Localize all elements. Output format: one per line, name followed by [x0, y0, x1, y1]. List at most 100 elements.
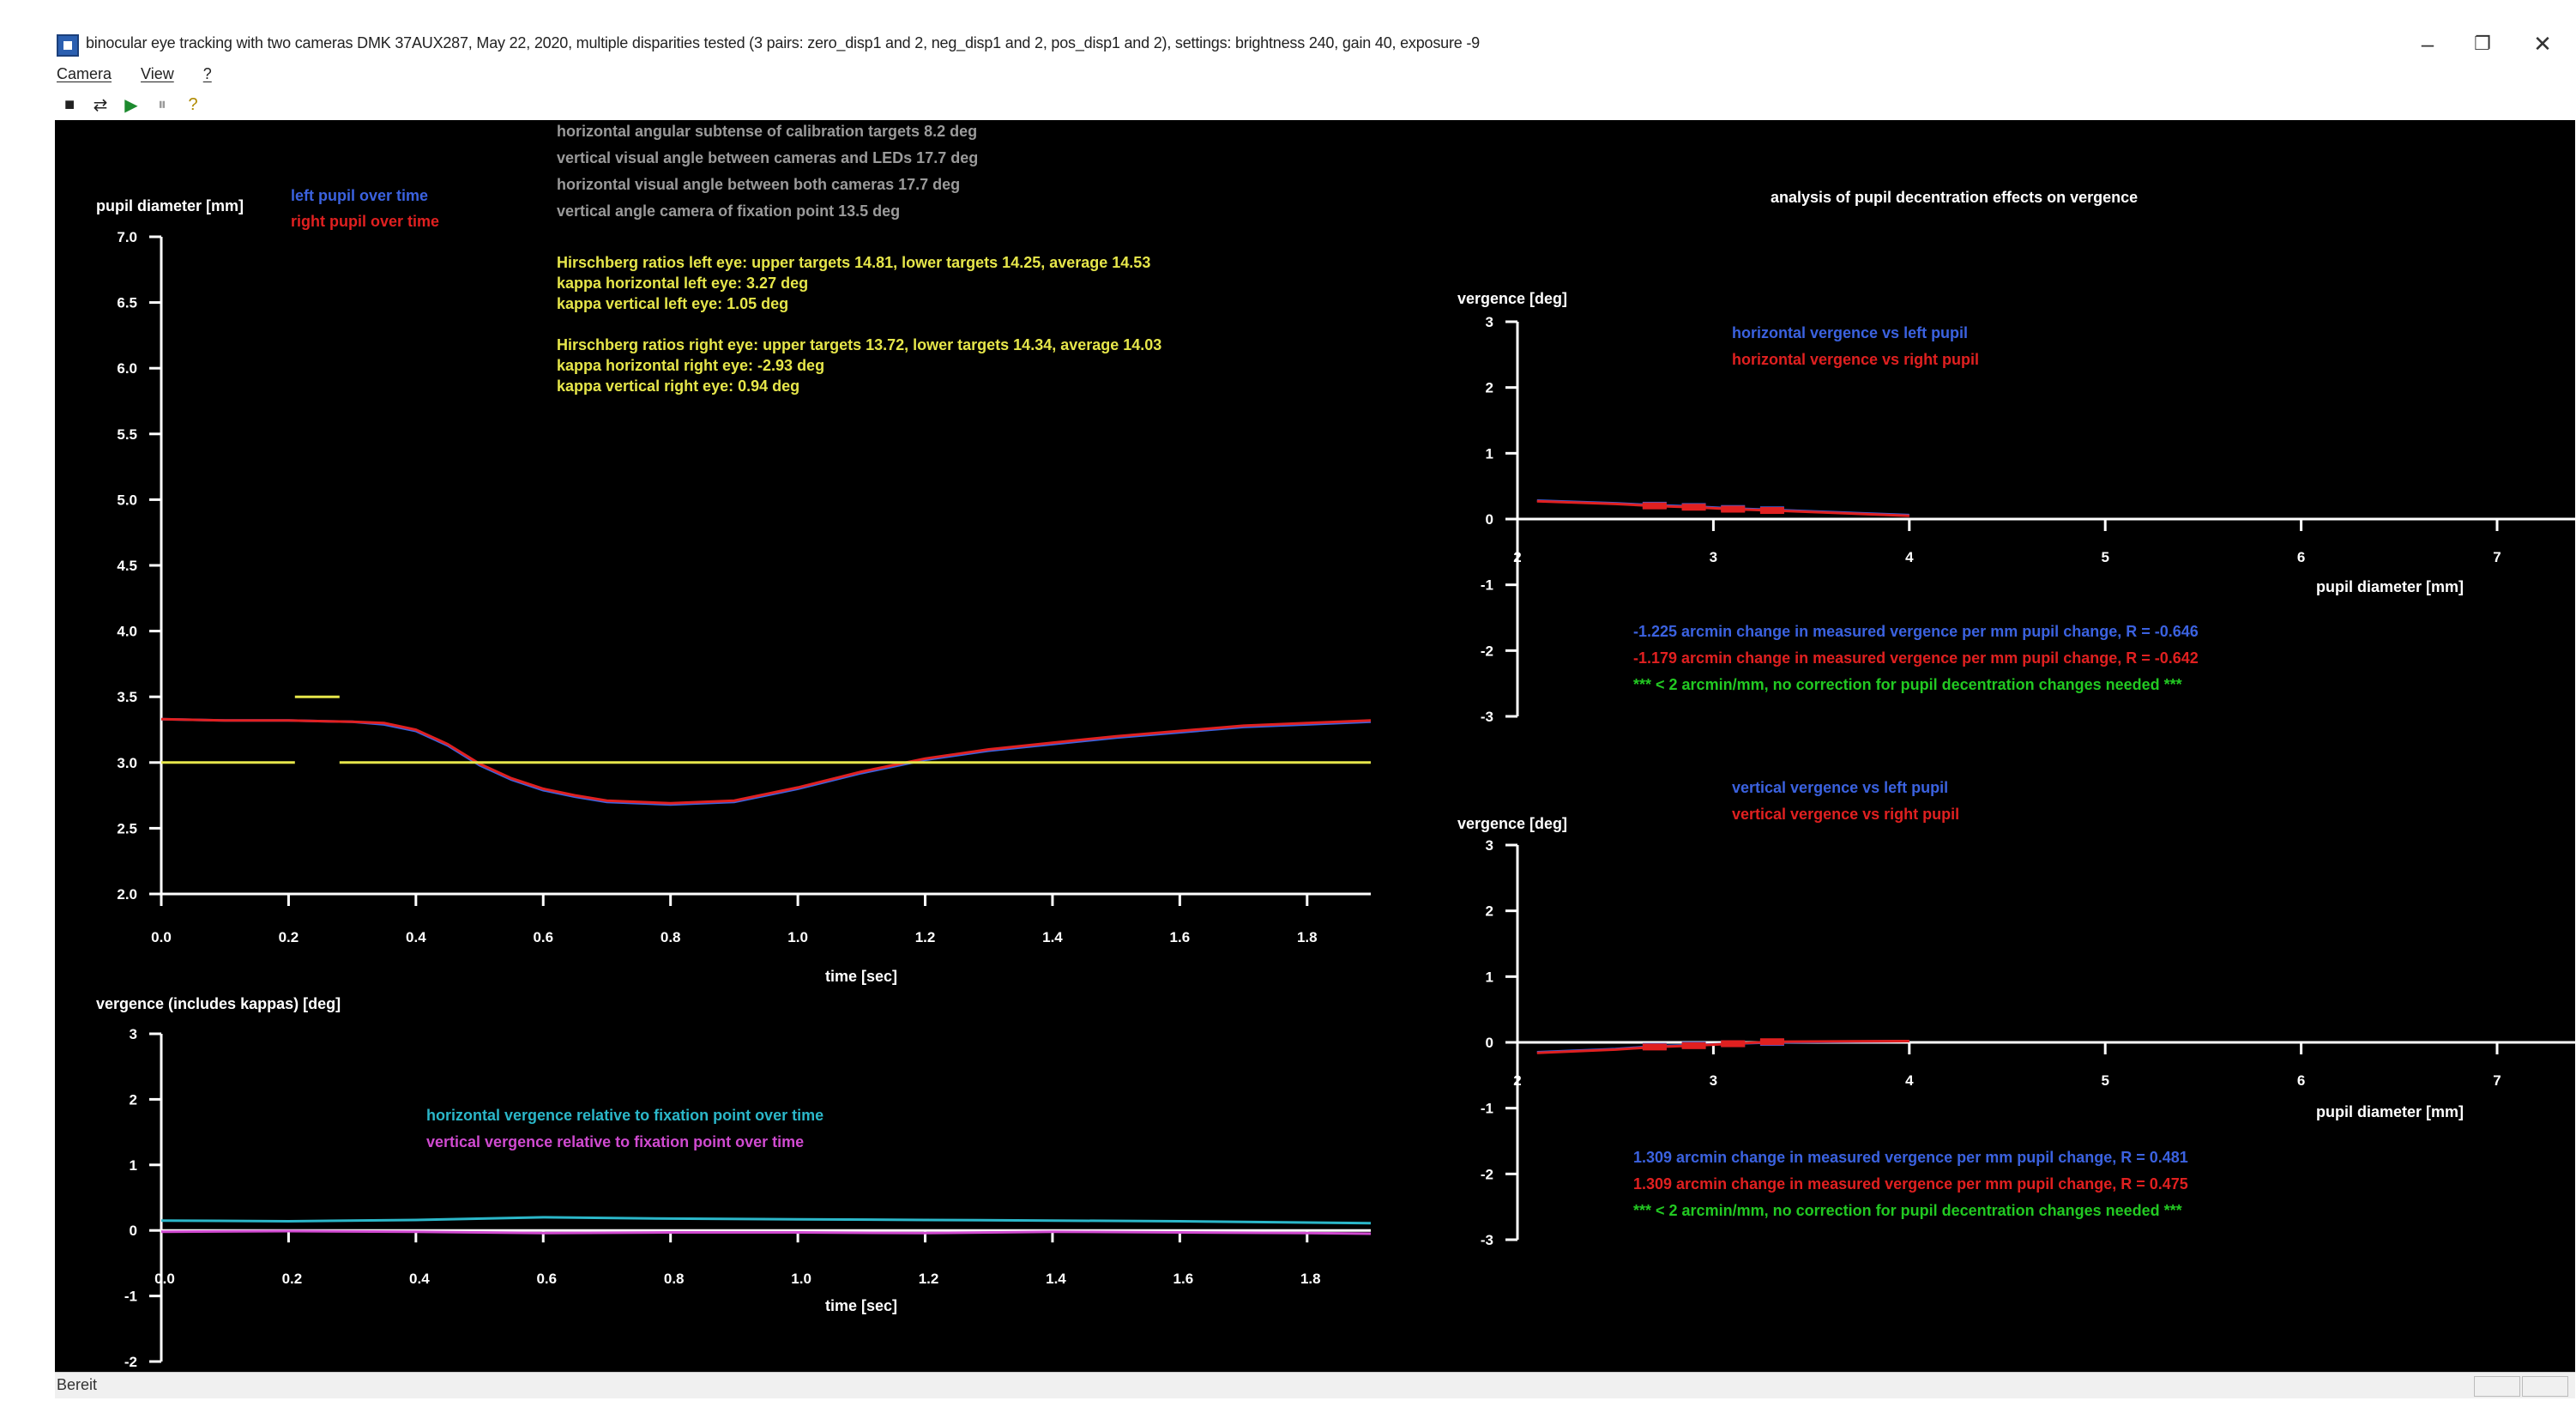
x-tick-label: 0.4 [409, 1271, 430, 1287]
panel-title: analysis of pupil decentration effects o… [1771, 189, 2138, 206]
stats-top-text: -1.179 arcmin change in measured vergenc… [1633, 649, 2199, 667]
x-tick-label: 5 [2101, 1072, 2108, 1089]
status-pane [2474, 1376, 2520, 1397]
y-tick-label: -1 [1481, 1101, 1493, 1117]
stats-top-text: -1.225 arcmin change in measured vergenc… [1633, 623, 2199, 640]
restore-button[interactable]: ❐ [2457, 24, 2508, 63]
info-right-eye-text: kappa horizontal right eye: -2.93 deg [557, 357, 824, 374]
minimize-button[interactable]: – [2402, 24, 2453, 63]
scatter-point [1642, 502, 1667, 510]
x-tick-label: 1.6 [1170, 929, 1191, 945]
x-tick-label: 4 [1905, 549, 1914, 565]
x-tick-label: 0.2 [279, 929, 299, 945]
y-tick-label: 4.0 [117, 624, 137, 640]
camera-icon[interactable]: ■ [57, 92, 82, 118]
x-axis-label: time [sec] [825, 968, 897, 985]
legend-entry: horizontal vergence relative to fixation… [426, 1107, 823, 1124]
x-tick-label: 1.8 [1300, 1271, 1321, 1287]
y-tick-label: 6.0 [117, 360, 137, 377]
x-tick-label: 1.0 [791, 1271, 811, 1287]
y-tick-label: 2 [1486, 380, 1493, 396]
scatter-point [1642, 1043, 1667, 1051]
x-tick-label: 6 [2297, 1072, 2305, 1089]
y-tick-label: 2 [130, 1091, 137, 1108]
y-tick-label: 3 [1486, 837, 1493, 854]
scatter-point [1759, 1038, 1784, 1046]
y-tick-label: 5.5 [117, 426, 137, 443]
y-tick-label: 2.0 [117, 886, 137, 903]
x-tick-label: 5 [2101, 549, 2108, 565]
y-tick-label: 3 [1486, 314, 1493, 330]
legend-entry: horizontal vergence vs left pupil [1732, 324, 1968, 341]
swap-icon[interactable]: ⇄ [87, 92, 113, 118]
y-tick-label: 4.5 [117, 558, 137, 574]
y-tick-label: 6.5 [117, 295, 137, 311]
status-bar: Bereit [55, 1372, 2575, 1398]
y-axis-label: pupil diameter [mm] [96, 197, 244, 214]
plot-canvas: horizontal angular subtense of calibrati… [96, 123, 2575, 1370]
info-calibration-text: horizontal visual angle between both cam… [557, 176, 960, 193]
y-tick-label: 3.0 [117, 755, 137, 771]
stats-bottom-text: 1.309 arcmin change in measured vergence… [1633, 1149, 2188, 1166]
y-tick-label: 7.0 [117, 229, 137, 245]
info-calibration-text: horizontal angular subtense of calibrati… [557, 123, 977, 140]
y-tick-label: -2 [1481, 1166, 1493, 1182]
legend-entry: left pupil over time [291, 187, 428, 204]
legend-entry: horizontal vergence vs right pupil [1732, 351, 1979, 368]
x-tick-label: 0.6 [533, 929, 553, 945]
info-left-eye-text: kappa horizontal left eye: 3.27 deg [557, 275, 808, 292]
y-tick-label: 1 [1486, 969, 1493, 985]
pause-icon[interactable]: ⏸ [149, 92, 175, 118]
chart-vergence-time: -2 -1 0 1 2 3 0.0 0.2 0.4 0.6 0.8 1.0 1.2 1.4 1.6 1.8 ve… [96, 995, 1372, 1370]
y-tick-label: 0 [1486, 1035, 1493, 1051]
y-axis-label: vergence [deg] [1457, 290, 1567, 307]
info-right-eye-text: kappa vertical right eye: 0.94 deg [557, 377, 799, 395]
y-tick-label: 0 [1486, 511, 1493, 528]
info-left-eye-text: kappa vertical left eye: 1.05 deg [557, 295, 788, 312]
y-tick-label: -1 [124, 1289, 137, 1305]
y-axis-label: vergence [deg] [1457, 815, 1567, 832]
y-tick-label: 2 [1486, 903, 1493, 920]
toolbar: ■ ⇄ ▶ ⏸? [57, 89, 206, 120]
scatter-point [1681, 504, 1706, 511]
x-tick-label: 2 [1513, 549, 1521, 565]
y-tick-label: 0 [130, 1223, 137, 1239]
x-tick-label: 0.4 [406, 929, 426, 945]
x-tick-label: 0.0 [151, 929, 172, 945]
window-title: binocular eye tracking with two cameras … [86, 34, 1480, 51]
menu-help[interactable]: ? [203, 65, 212, 88]
scatter-point [1681, 1042, 1706, 1049]
menu-view[interactable]: View [141, 65, 174, 88]
y-tick-label: 3.5 [117, 689, 137, 705]
scatter-point [1721, 505, 1746, 513]
close-button[interactable]: ✕ [2517, 24, 2568, 63]
info-calibration-text: vertical visual angle between cameras an… [557, 149, 978, 166]
stats-top-text: *** < 2 arcmin/mm, no correction for pup… [1633, 676, 2182, 693]
help-icon[interactable]: ? [180, 92, 206, 118]
x-tick-label: 4 [1905, 1072, 1914, 1089]
y-tick-label: 2.5 [117, 820, 137, 836]
y-tick-label: 1 [1486, 445, 1493, 462]
x-tick-label: 7 [2493, 1072, 2501, 1089]
series-1-line [160, 1229, 1372, 1235]
x-tick-label: 7 [2493, 549, 2501, 565]
x-tick-label: 2 [1513, 1072, 1521, 1089]
series-0-line [160, 1216, 1372, 1225]
x-tick-label: 0.0 [154, 1271, 175, 1287]
x-axis-label: pupil diameter [mm] [2316, 578, 2464, 595]
title-bar: binocular eye tracking with two cameras … [0, 0, 2576, 72]
x-tick-label: 3 [1710, 549, 1717, 565]
scatter-point [1721, 1040, 1746, 1048]
y-tick-label: -2 [1481, 643, 1493, 659]
menu-camera[interactable]: Camera [57, 65, 112, 88]
stats-bottom-text: *** < 2 arcmin/mm, no correction for pup… [1633, 1202, 2182, 1219]
x-tick-label: 0.8 [664, 1271, 685, 1287]
status-text: Bereit [57, 1376, 98, 1393]
legend-entry: vertical vergence vs right pupil [1732, 806, 1959, 823]
x-tick-label: 1.8 [1297, 929, 1318, 945]
play-icon[interactable]: ▶ [118, 92, 144, 118]
info-left-eye-text: Hirschberg ratios left eye: upper target… [557, 254, 1150, 271]
x-tick-label: 1.6 [1173, 1271, 1194, 1287]
y-tick-label: 1 [130, 1157, 137, 1174]
status-pane [2522, 1376, 2568, 1397]
